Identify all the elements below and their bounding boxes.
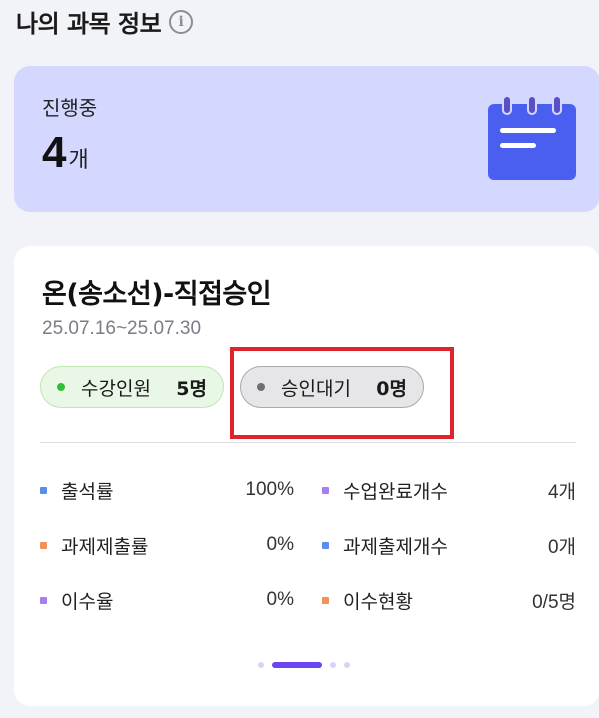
stat-assignment-submission-rate: 과제제출률 0% (40, 530, 294, 560)
info-icon[interactable]: i (169, 9, 194, 34)
in-progress-count: 4 개 (42, 128, 89, 178)
stat-attendance-rate: 출석률 100% (40, 475, 294, 505)
enrolled-count: 5명 (176, 377, 207, 400)
calendar-icon (488, 96, 576, 180)
in-progress-count-unit: 개 (68, 148, 89, 173)
stat-label: 과제제출률 (61, 535, 149, 558)
course-card[interactable]: 온(송소선)-직접승인 25.07.16~25.07.30 수강인원 5명 승인… (14, 246, 599, 706)
bullet-icon (40, 541, 47, 549)
bullet-icon (322, 596, 329, 604)
stat-value: 100% (245, 479, 294, 500)
divider (40, 442, 576, 443)
bullet-icon (40, 486, 47, 494)
stat-label: 출석률 (61, 480, 114, 503)
enrolled-badge: 수강인원 5명 (40, 366, 224, 408)
stat-label: 이수율 (61, 590, 114, 613)
page-title-text: 나의 과목 정보 (16, 10, 162, 38)
bullet-icon (322, 486, 329, 494)
stat-completed-classes: 수업완료개수 4개 (322, 475, 576, 505)
stat-completion-status: 이수현황 0/5명 (322, 585, 576, 615)
page-title: 나의 과목 정보 i (16, 4, 194, 39)
stat-label: 수업완료개수 (343, 480, 448, 503)
in-progress-summary-card[interactable]: 진행중 4 개 (14, 66, 599, 212)
stat-value: 0% (266, 589, 294, 610)
enrolled-dot-icon (57, 383, 65, 391)
highlight-annotation-box (230, 347, 454, 439)
page-dot-3[interactable] (330, 662, 336, 668)
stat-value: 0% (266, 534, 294, 555)
stat-completion-rate: 이수율 0% (40, 585, 294, 615)
enrolled-label: 수강인원 (81, 377, 151, 400)
carousel-pagination (258, 662, 350, 668)
bullet-icon (322, 541, 329, 549)
stat-label: 이수현황 (343, 590, 413, 613)
stat-value: 0개 (547, 536, 576, 558)
in-progress-label: 진행중 (42, 96, 98, 120)
page-dot-4[interactable] (344, 662, 350, 668)
stat-assignments-issued: 과제출제개수 0개 (322, 530, 576, 560)
course-title: 온(송소선)-직접승인 (42, 279, 272, 310)
page-dot-2-active[interactable] (272, 662, 322, 668)
page-dot-1[interactable] (258, 662, 264, 668)
course-period: 25.07.16~25.07.30 (42, 318, 202, 339)
bullet-icon (40, 596, 47, 604)
in-progress-count-number: 4 (42, 128, 67, 177)
stat-label: 과제출제개수 (343, 535, 448, 558)
stat-value: 0/5명 (532, 591, 576, 613)
stat-value: 4개 (547, 481, 576, 503)
